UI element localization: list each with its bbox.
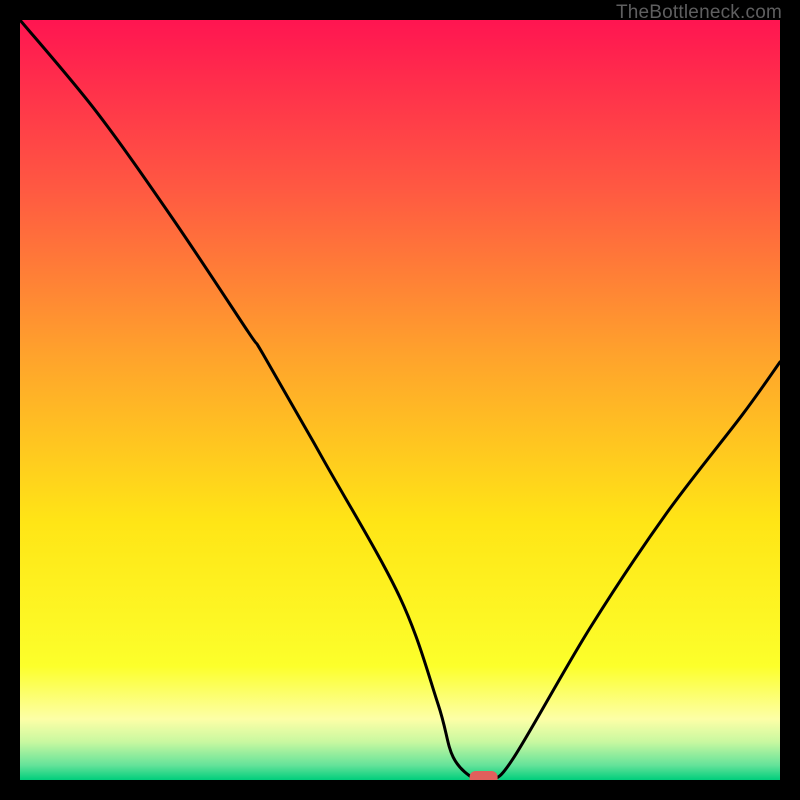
watermark-text: TheBottleneck.com <box>616 2 782 24</box>
gradient-band <box>20 666 780 719</box>
gradient-band <box>20 719 780 742</box>
plot-area <box>20 20 780 780</box>
chart-container: TheBottleneck.com <box>0 0 800 800</box>
gradient-band <box>20 20 780 187</box>
gradient-band <box>20 742 780 765</box>
gradient-band <box>20 354 780 521</box>
gradient-band <box>20 522 780 666</box>
gradient-band <box>20 765 780 780</box>
gradient-band <box>20 187 780 354</box>
